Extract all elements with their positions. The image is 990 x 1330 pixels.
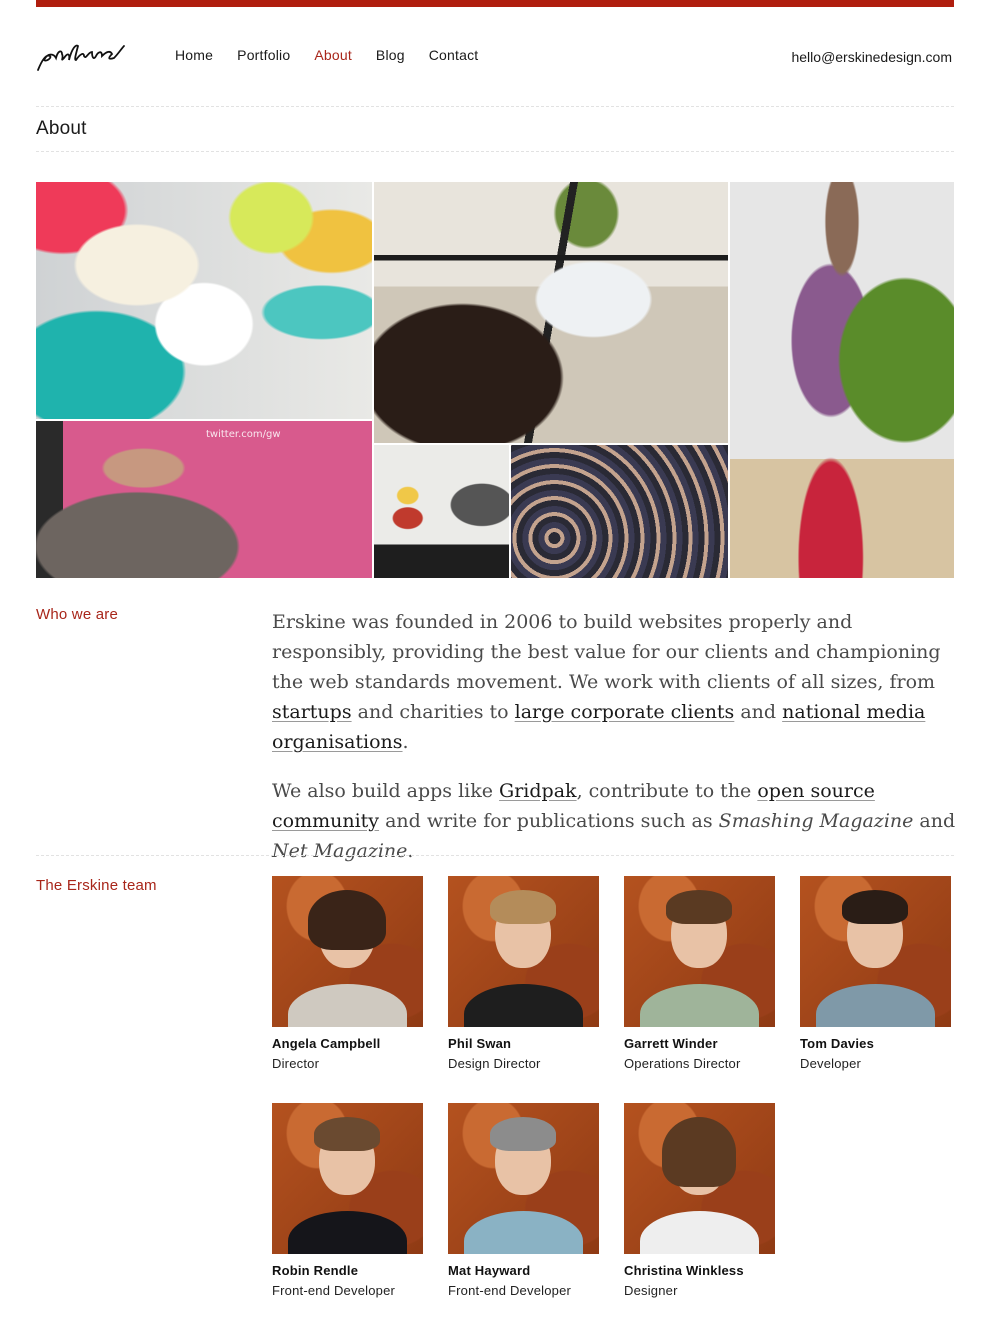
who-we-are-label: Who we are xyxy=(36,606,119,623)
member-role: Design Director xyxy=(448,1056,541,1071)
team-member: Tom Davies Developer xyxy=(800,876,951,1071)
avatar xyxy=(448,876,599,1027)
contact-email-link[interactable]: hello@erskinedesign.com xyxy=(791,49,952,65)
smashing-magazine: Smashing Magazine xyxy=(718,810,914,832)
member-name: Tom Davies xyxy=(800,1036,875,1051)
team-label: The Erskine team xyxy=(36,877,157,894)
team-divider xyxy=(36,855,954,856)
team-member: Phil Swan Design Director xyxy=(448,876,599,1071)
speaker-slide-caption: twitter.com/gw xyxy=(206,429,281,440)
nav-home[interactable]: Home xyxy=(175,47,213,63)
large-corporate-clients-link[interactable]: large corporate clients xyxy=(515,701,735,723)
header-divider xyxy=(36,106,954,107)
intro-text: Erskine was founded in 2006 to build web… xyxy=(272,607,962,885)
member-name: Mat Hayward xyxy=(448,1263,531,1278)
photo-event-crowd xyxy=(511,445,728,578)
team-member: Mat Hayward Front-end Developer xyxy=(448,1103,599,1298)
intro-paragraph-1: Erskine was founded in 2006 to build web… xyxy=(272,611,941,753)
photo-desk-workstation xyxy=(374,182,728,443)
nav-contact[interactable]: Contact xyxy=(429,47,479,63)
avatar xyxy=(800,876,951,1027)
member-role: Operations Director xyxy=(624,1056,741,1071)
team-member: Angela Campbell Director xyxy=(272,876,423,1071)
member-name: Christina Winkless xyxy=(624,1263,744,1278)
avatar xyxy=(448,1103,599,1254)
page-title: About xyxy=(36,118,87,139)
avatar xyxy=(624,1103,775,1254)
avatar xyxy=(272,876,423,1027)
avatar xyxy=(624,876,775,1027)
member-name: Garrett Winder xyxy=(624,1036,718,1051)
title-divider xyxy=(36,151,954,152)
team-member: Christina Winkless Designer xyxy=(624,1103,775,1298)
intro-paragraph-2: We also build apps like Gridpak, contrib… xyxy=(272,780,956,862)
photo-speaker: twitter.com/gw xyxy=(36,421,372,578)
nav-about[interactable]: About xyxy=(314,47,352,63)
nav-blog[interactable]: Blog xyxy=(376,47,405,63)
startups-link[interactable]: startups xyxy=(272,701,352,723)
erskine-logo-icon xyxy=(37,44,125,71)
member-role: Front-end Developer xyxy=(272,1283,396,1298)
member-role: Designer xyxy=(624,1283,678,1298)
team-member: Robin Rendle Front-end Developer xyxy=(272,1103,423,1298)
avatar xyxy=(272,1103,423,1254)
member-name: Angela Campbell xyxy=(272,1036,381,1051)
erskine-logo[interactable] xyxy=(36,40,126,74)
photo-lego-figure xyxy=(374,445,509,578)
member-role: Developer xyxy=(800,1056,862,1071)
top-accent-bar xyxy=(36,0,954,7)
member-role: Front-end Developer xyxy=(448,1283,572,1298)
main-nav: Home Portfolio About Blog Contact xyxy=(175,47,502,63)
member-name: Phil Swan xyxy=(448,1036,512,1051)
member-name: Robin Rendle xyxy=(272,1263,359,1278)
nav-portfolio[interactable]: Portfolio xyxy=(237,47,290,63)
team-member: Garrett Winder Operations Director xyxy=(624,876,775,1071)
net-magazine: Net Magazine xyxy=(272,840,408,862)
photo-sticky-notes xyxy=(36,182,372,419)
photo-office-plant xyxy=(730,182,954,578)
member-role: Director xyxy=(272,1056,320,1071)
gridpak-link[interactable]: Gridpak xyxy=(499,780,577,802)
